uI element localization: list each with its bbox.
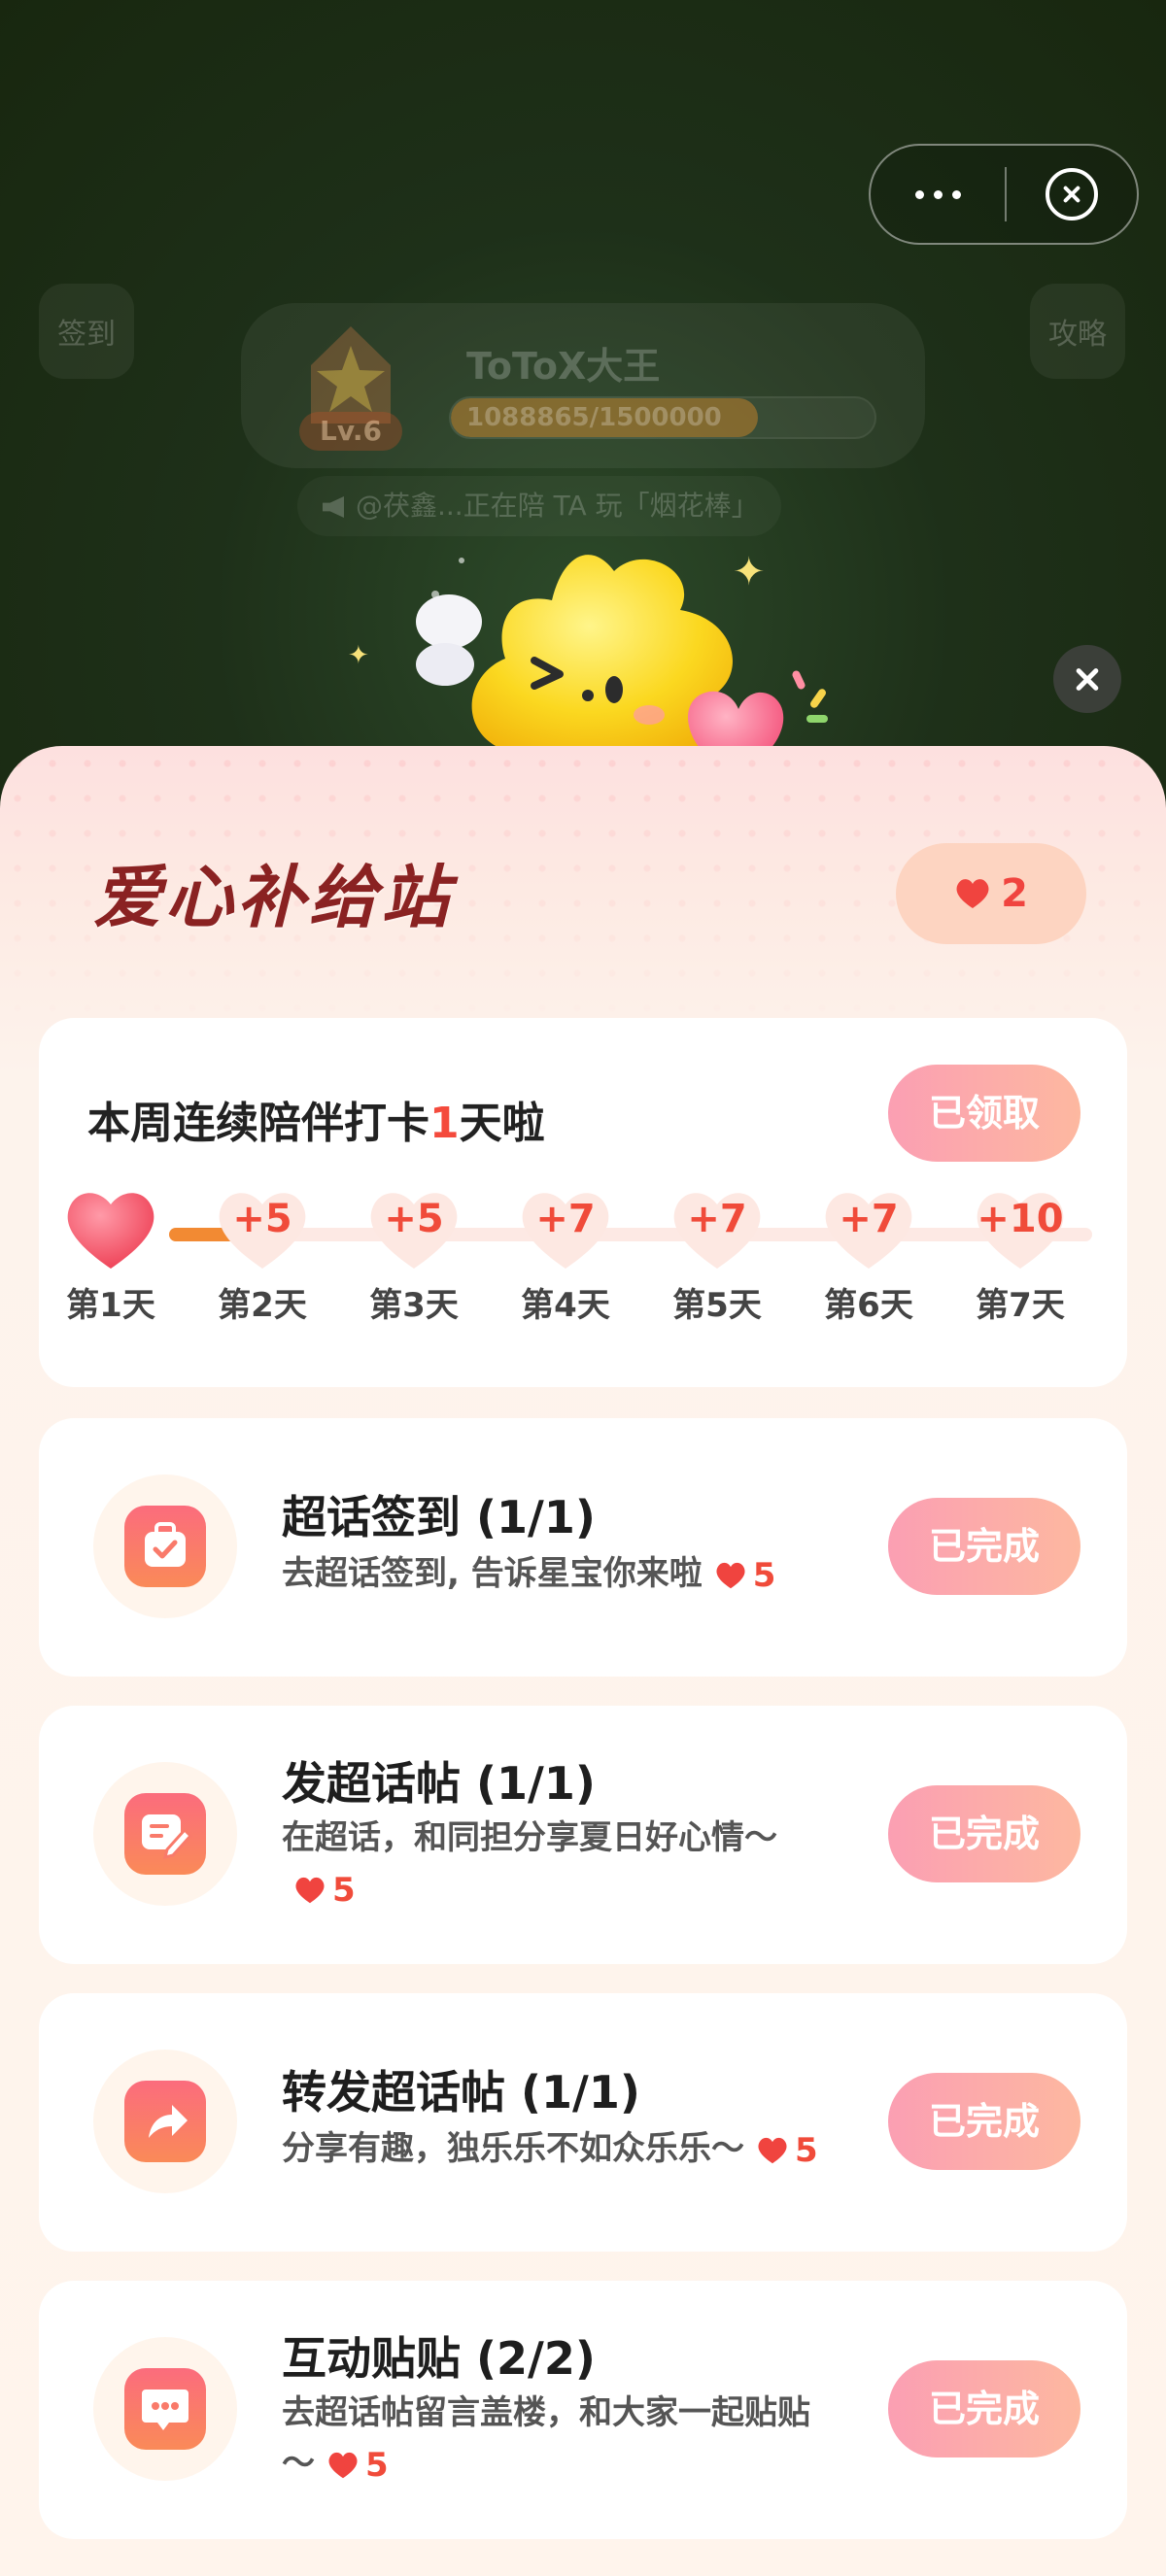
sheet-title: 爱心补给站 xyxy=(93,858,453,937)
day-label: 第3天 xyxy=(369,1286,459,1325)
task-card: 发超话帖 (1/1) 在超话，和同担分享夏日好心情～ 5 已完成 xyxy=(39,1706,1127,1964)
day-label: 第7天 xyxy=(976,1286,1065,1325)
streak-day-4: +7 第4天 xyxy=(507,1185,624,1326)
day-label: 第2天 xyxy=(218,1286,307,1325)
heart-icon xyxy=(295,1877,325,1903)
task-title: 互动贴贴 (2/2) xyxy=(282,2332,596,2385)
day-label: 第5天 xyxy=(672,1286,762,1325)
streak-day-3: +5 第3天 xyxy=(356,1185,472,1326)
streak-day-1: 第1天 xyxy=(52,1185,169,1326)
guide-entry-button[interactable]: 攻略 xyxy=(1030,284,1125,379)
task-icon-wrap xyxy=(93,2337,237,2481)
checkin-entry-button[interactable]: 签到 xyxy=(39,284,134,379)
mini-program-capsule xyxy=(869,144,1139,245)
task-description-text: 分享有趣，独乐乐不如众乐乐～ xyxy=(282,2129,744,2168)
filled-heart-icon xyxy=(67,1193,154,1269)
xp-progress-bar: 1088865/1500000 xyxy=(449,396,876,439)
task-reward: 5 xyxy=(326,2440,389,2491)
task-title: 超话签到 (1/1) xyxy=(282,1491,596,1543)
profile-card: Lv.6 ToToX大王 1088865/1500000 xyxy=(241,303,925,468)
streak-card: 本周连续陪伴打卡1天啦 已领取 第1天 +5 第2天 +5 第3天 +7 第4天 +7 第5天 +… xyxy=(39,1018,1127,1387)
activity-notice: @茯鑫...正在陪 TA 玩「烟花棒」 xyxy=(297,476,781,536)
task-title: 发超话帖 (1/1) xyxy=(282,1757,596,1810)
task-description: 去超话签到, 告诉星宝你来啦 5 xyxy=(282,1548,826,1601)
exit-mini-program-button[interactable] xyxy=(1007,146,1137,243)
task-reward: 5 xyxy=(756,2125,818,2176)
day-reward: +5 xyxy=(384,1197,444,1241)
notice-text: @茯鑫...正在陪 TA 玩「烟花棒」 xyxy=(356,490,759,522)
task-description-text: 去超话签到, 告诉星宝你来啦 xyxy=(282,1554,703,1593)
task-reward-value: 5 xyxy=(332,1870,356,1910)
task-completed-button[interactable]: 已完成 xyxy=(888,2073,1080,2170)
day-reward: +7 xyxy=(839,1197,899,1241)
task-card: 超话签到 (1/1) 去超话签到, 告诉星宝你来啦 5 已完成 xyxy=(39,1418,1127,1677)
day-label: 第6天 xyxy=(824,1286,913,1325)
close-circle-icon xyxy=(1046,168,1098,220)
chat-bubble-icon xyxy=(124,2368,206,2450)
streak-day-7: +10 第7天 xyxy=(962,1185,1079,1326)
task-card: 互动贴贴 (2/2) 去超话帖留言盖楼，和大家一起贴贴～ 5 已完成 xyxy=(39,2281,1127,2539)
task-description: 分享有趣，独乐乐不如众乐乐～ 5 xyxy=(282,2123,826,2176)
task-completed-button[interactable]: 已完成 xyxy=(888,2360,1080,2457)
username: ToToX大王 xyxy=(466,345,661,388)
streak-day-5: +7 第5天 xyxy=(659,1185,775,1326)
task-icon-wrap xyxy=(93,1762,237,1906)
streak-title: 本周连续陪伴打卡1天啦 xyxy=(87,1099,545,1148)
task-title: 转发超话帖 (1/1) xyxy=(282,2066,640,2118)
speaker-icon xyxy=(323,496,344,518)
task-reward-value: 5 xyxy=(752,1555,776,1595)
more-options-icon[interactable] xyxy=(871,146,1005,243)
day-reward: +7 xyxy=(535,1197,596,1241)
task-icon-wrap xyxy=(93,2050,237,2193)
task-completed-button[interactable]: 已完成 xyxy=(888,1785,1080,1882)
heart-icon xyxy=(328,2452,358,2478)
claimed-button[interactable]: 已领取 xyxy=(888,1065,1080,1162)
task-reward: 5 xyxy=(714,1550,776,1601)
heart-icon xyxy=(956,879,989,908)
heart-balance-value: 2 xyxy=(1001,871,1028,916)
share-arrow-icon xyxy=(124,2081,206,2162)
task-description-text: 在超话，和同担分享夏日好心情～ xyxy=(282,1818,777,1857)
edit-post-icon xyxy=(124,1793,206,1875)
task-reward-value: 5 xyxy=(365,2445,389,2485)
task-completed-button[interactable]: 已完成 xyxy=(888,1498,1080,1595)
check-bag-icon xyxy=(124,1506,206,1587)
task-icon-wrap xyxy=(93,1474,237,1618)
heart-icon xyxy=(758,2137,787,2163)
day-label: 第4天 xyxy=(521,1286,610,1325)
sparkle-icon: ✦ xyxy=(348,641,369,670)
heart-icon xyxy=(716,1562,745,1588)
day-label: 第1天 xyxy=(66,1286,155,1325)
close-popup-button[interactable] xyxy=(1053,645,1121,713)
heart-balance-badge[interactable]: 2 xyxy=(896,843,1086,944)
streak-day-6: +7 第6天 xyxy=(810,1185,927,1326)
task-description: 在超话，和同担分享夏日好心情～ 5 xyxy=(282,1813,826,1915)
day-reward: +5 xyxy=(232,1197,292,1241)
task-card: 转发超话帖 (1/1) 分享有趣，独乐乐不如众乐乐～ 5 已完成 xyxy=(39,1993,1127,2252)
streak-day-2: +5 第2天 xyxy=(204,1185,321,1326)
task-reward: 5 xyxy=(293,1865,356,1915)
streak-count: 1 xyxy=(429,1099,460,1148)
task-description: 去超话帖留言盖楼，和大家一起贴贴～ 5 xyxy=(282,2388,826,2491)
task-reward-value: 5 xyxy=(795,2130,818,2170)
day-reward: +10 xyxy=(977,1197,1064,1241)
day-reward: +7 xyxy=(687,1197,747,1241)
xp-progress-text: 1088865/1500000 xyxy=(466,403,722,432)
level-badge: Lv.6 xyxy=(299,412,402,451)
heart-supply-sheet: 爱心补给站 2 本周连续陪伴打卡1天啦 已领取 第1天 +5 第2天 +5 第3天 +7 第… xyxy=(0,746,1166,2576)
